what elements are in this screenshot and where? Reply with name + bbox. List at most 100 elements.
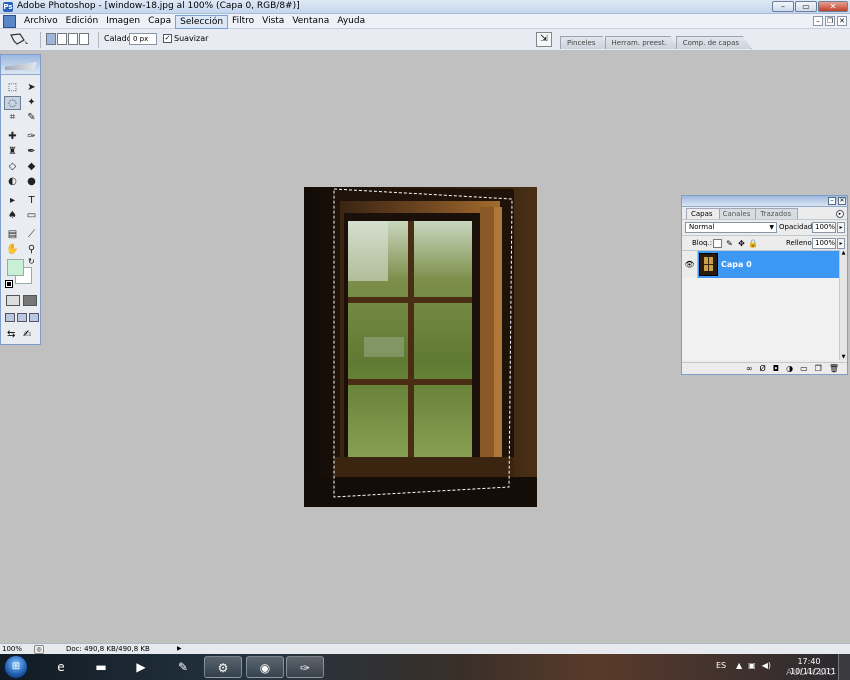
document-canvas[interactable] (304, 187, 537, 507)
opacity-input[interactable]: 100% (812, 222, 836, 233)
adjustment-layer-icon[interactable]: ◑ (786, 364, 793, 374)
fill-input[interactable]: 100% (812, 238, 836, 249)
document-icon[interactable] (3, 15, 16, 28)
foreground-color-swatch[interactable] (7, 259, 24, 276)
new-layer-icon[interactable]: ❐ (815, 364, 822, 374)
menu-item-ayuda[interactable]: Ayuda (333, 15, 369, 29)
menu-item-archivo[interactable]: Archivo (20, 15, 62, 29)
sketch-app-icon[interactable]: ✎ (164, 656, 202, 678)
notes-tool-icon[interactable]: ▤ (4, 228, 21, 242)
menu-item-imagen[interactable]: Imagen (102, 15, 144, 29)
lock-position-icon[interactable]: ✥ (737, 239, 746, 248)
quick-mask-button[interactable] (23, 295, 37, 306)
chrome-icon[interactable]: ◉ (246, 656, 284, 678)
path-select-tool-icon[interactable]: ▸ (4, 194, 21, 208)
healing-brush-tool-icon[interactable]: ✚ (4, 130, 21, 144)
network-app-icon[interactable]: ⚙ (204, 656, 242, 678)
palette-well-icon[interactable]: ⇲ (536, 32, 552, 47)
close-button[interactable]: ✕ (818, 1, 848, 12)
language-indicator[interactable]: ES (716, 661, 726, 670)
layer-row[interactable]: 👁 Capa 0 (682, 251, 839, 278)
layers-panel-header[interactable]: – ✕ (682, 196, 847, 207)
eye-icon[interactable]: 👁 (682, 251, 698, 278)
tray-arrow-icon[interactable]: ▲ (736, 661, 742, 670)
menu-item-vista[interactable]: Vista (258, 15, 288, 29)
blend-mode-select[interactable]: Normal ▼ (685, 222, 777, 233)
jump-to-imageready-icon[interactable]: ⇆ (7, 329, 15, 340)
magic-wand-tool-icon[interactable]: ✦ (23, 96, 40, 110)
internet-explorer-icon[interactable]: e (42, 656, 80, 678)
palette-well-tab[interactable]: Comp. de capas (675, 36, 753, 49)
screen-mode-full-button[interactable] (29, 313, 39, 322)
suavizar-checkbox[interactable]: ✓ (163, 34, 172, 43)
dodge-tool-icon[interactable]: ● (23, 175, 40, 189)
layers-scrollbar[interactable]: ▲ ▼ (839, 250, 847, 360)
menu-item-edicion[interactable]: Edición (62, 15, 103, 29)
lock-transparency-icon[interactable] (713, 239, 722, 248)
standard-mode-button[interactable] (6, 295, 20, 306)
menu-item-capa[interactable]: Capa (144, 15, 175, 29)
network-icon[interactable]: ▣ (748, 661, 756, 670)
screen-mode-full-menu-button[interactable] (17, 313, 27, 322)
status-menu-arrow-icon[interactable]: ▶ (177, 645, 182, 652)
new-group-icon[interactable]: ▭ (800, 364, 808, 374)
swap-colors-icon[interactable]: ↻ (28, 257, 35, 266)
panel-close-button[interactable]: ✕ (838, 197, 846, 205)
maximize-button[interactable]: ▭ (795, 1, 817, 12)
polygonal-lasso-icon[interactable] (8, 32, 32, 48)
show-desktop-button[interactable] (838, 654, 850, 680)
tab-trazados[interactable]: Trazados (755, 208, 799, 219)
screen-mode-standard-button[interactable] (5, 313, 15, 322)
clone-stamp-tool-icon[interactable]: ♜ (4, 145, 21, 159)
imageready-icon[interactable]: ✍ (23, 329, 31, 340)
default-colors-icon[interactable] (5, 280, 13, 288)
lasso-tool-icon[interactable]: ◌ (4, 96, 21, 110)
palette-well-tab[interactable]: Herram. preest. (604, 36, 680, 49)
subtract-selection-button[interactable] (68, 33, 78, 45)
lock-pixels-icon[interactable]: ✎ (725, 239, 734, 248)
layer-style-icon[interactable]: Ø (760, 364, 766, 374)
add-to-selection-button[interactable] (57, 33, 67, 45)
new-selection-button[interactable] (46, 33, 56, 45)
menu-item-filtro[interactable]: Filtro (228, 15, 258, 29)
shape-tool-icon[interactable]: ▭ (23, 209, 40, 223)
toolbox-header[interactable] (1, 55, 40, 75)
zoom-preview-icon[interactable]: ◎ (34, 645, 44, 654)
doc-close-button[interactable]: ✕ (837, 16, 847, 26)
zoom-tool-icon[interactable]: ⚲ (23, 243, 40, 257)
crop-tool-icon[interactable]: ⌗ (4, 111, 21, 125)
media-player-icon[interactable]: ▶ (122, 656, 160, 678)
blur-tool-icon[interactable]: ◐ (4, 175, 21, 189)
fill-slider-button[interactable]: ▸ (837, 238, 845, 249)
menu-item-seleccion[interactable]: Selección (175, 15, 229, 29)
type-tool-icon[interactable]: T (23, 194, 40, 208)
tab-capas[interactable]: Capas (686, 208, 720, 219)
intersect-selection-button[interactable] (79, 33, 89, 45)
eyedropper-tool-icon[interactable]: ⟋ (23, 228, 40, 242)
brush-tool-icon[interactable]: ✑ (23, 130, 40, 144)
zoom-field[interactable]: 100% (2, 645, 32, 654)
move-tool-icon[interactable]: ➤ (23, 81, 40, 95)
pen-tool-icon[interactable]: ♠ (4, 209, 21, 223)
lock-all-icon[interactable]: 🔒 (748, 239, 758, 248)
scroll-down-icon[interactable]: ▼ (840, 354, 847, 360)
menu-item-ventana[interactable]: Ventana (288, 15, 333, 29)
history-brush-tool-icon[interactable]: ✒ (23, 145, 40, 159)
panel-menu-button[interactable]: ▸ (836, 210, 844, 218)
minimize-button[interactable]: – (772, 1, 794, 12)
eraser-tool-icon[interactable]: ◇ (4, 160, 21, 174)
link-layers-icon[interactable]: ∞ (746, 364, 753, 374)
tab-canales[interactable]: Canales (717, 208, 758, 219)
scroll-up-icon[interactable]: ▲ (840, 250, 847, 256)
calado-input[interactable]: 0 px (129, 33, 157, 45)
explorer-folder-icon[interactable]: ▬ (82, 656, 120, 678)
opacity-slider-button[interactable]: ▸ (837, 222, 845, 233)
palette-well-tab[interactable]: Pinceles (560, 36, 609, 49)
add-mask-icon[interactable]: ◘ (773, 364, 779, 374)
delete-layer-icon[interactable]: 🗑 (829, 364, 839, 374)
hand-tool-icon[interactable]: ✋ (4, 243, 21, 257)
doc-minimize-button[interactable]: – (813, 16, 823, 26)
start-button[interactable]: ⊞ (4, 655, 28, 679)
slice-tool-icon[interactable]: ✎ (23, 111, 40, 125)
photoshop-taskbar-icon[interactable]: ✑ (286, 656, 324, 678)
